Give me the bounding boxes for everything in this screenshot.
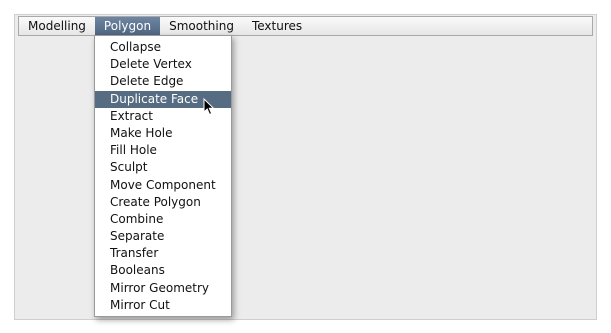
menu-smoothing[interactable]: Smoothing bbox=[160, 17, 243, 35]
menu-item-delete-vertex[interactable]: Delete Vertex bbox=[95, 56, 231, 73]
menu-item-delete-edge[interactable]: Delete Edge bbox=[95, 73, 231, 90]
menu-item-booleans[interactable]: Booleans bbox=[95, 262, 231, 279]
menu-item-mirror-geometry[interactable]: Mirror Geometry bbox=[95, 280, 231, 297]
menu-item-combine[interactable]: Combine bbox=[95, 211, 231, 228]
menu-bar: Modelling Polygon Smoothing Textures bbox=[18, 16, 593, 36]
menu-item-sculpt[interactable]: Sculpt bbox=[95, 159, 231, 176]
menu-item-separate[interactable]: Separate bbox=[95, 228, 231, 245]
polygon-dropdown-menu: Collapse Delete Vertex Delete Edge Dupli… bbox=[94, 35, 232, 317]
menu-item-fill-hole[interactable]: Fill Hole bbox=[95, 142, 231, 159]
menu-textures[interactable]: Textures bbox=[243, 17, 311, 35]
menu-item-create-polygon[interactable]: Create Polygon bbox=[95, 194, 231, 211]
menu-polygon[interactable]: Polygon bbox=[94, 17, 161, 35]
menu-item-mirror-cut[interactable]: Mirror Cut bbox=[95, 297, 231, 314]
arrow-cursor-icon bbox=[203, 98, 215, 116]
menu-item-collapse[interactable]: Collapse bbox=[95, 39, 231, 56]
menu-item-move-component[interactable]: Move Component bbox=[95, 177, 231, 194]
menu-item-make-hole[interactable]: Make Hole bbox=[95, 125, 231, 142]
menu-modelling[interactable]: Modelling bbox=[19, 17, 95, 35]
menu-item-transfer[interactable]: Transfer bbox=[95, 245, 231, 262]
